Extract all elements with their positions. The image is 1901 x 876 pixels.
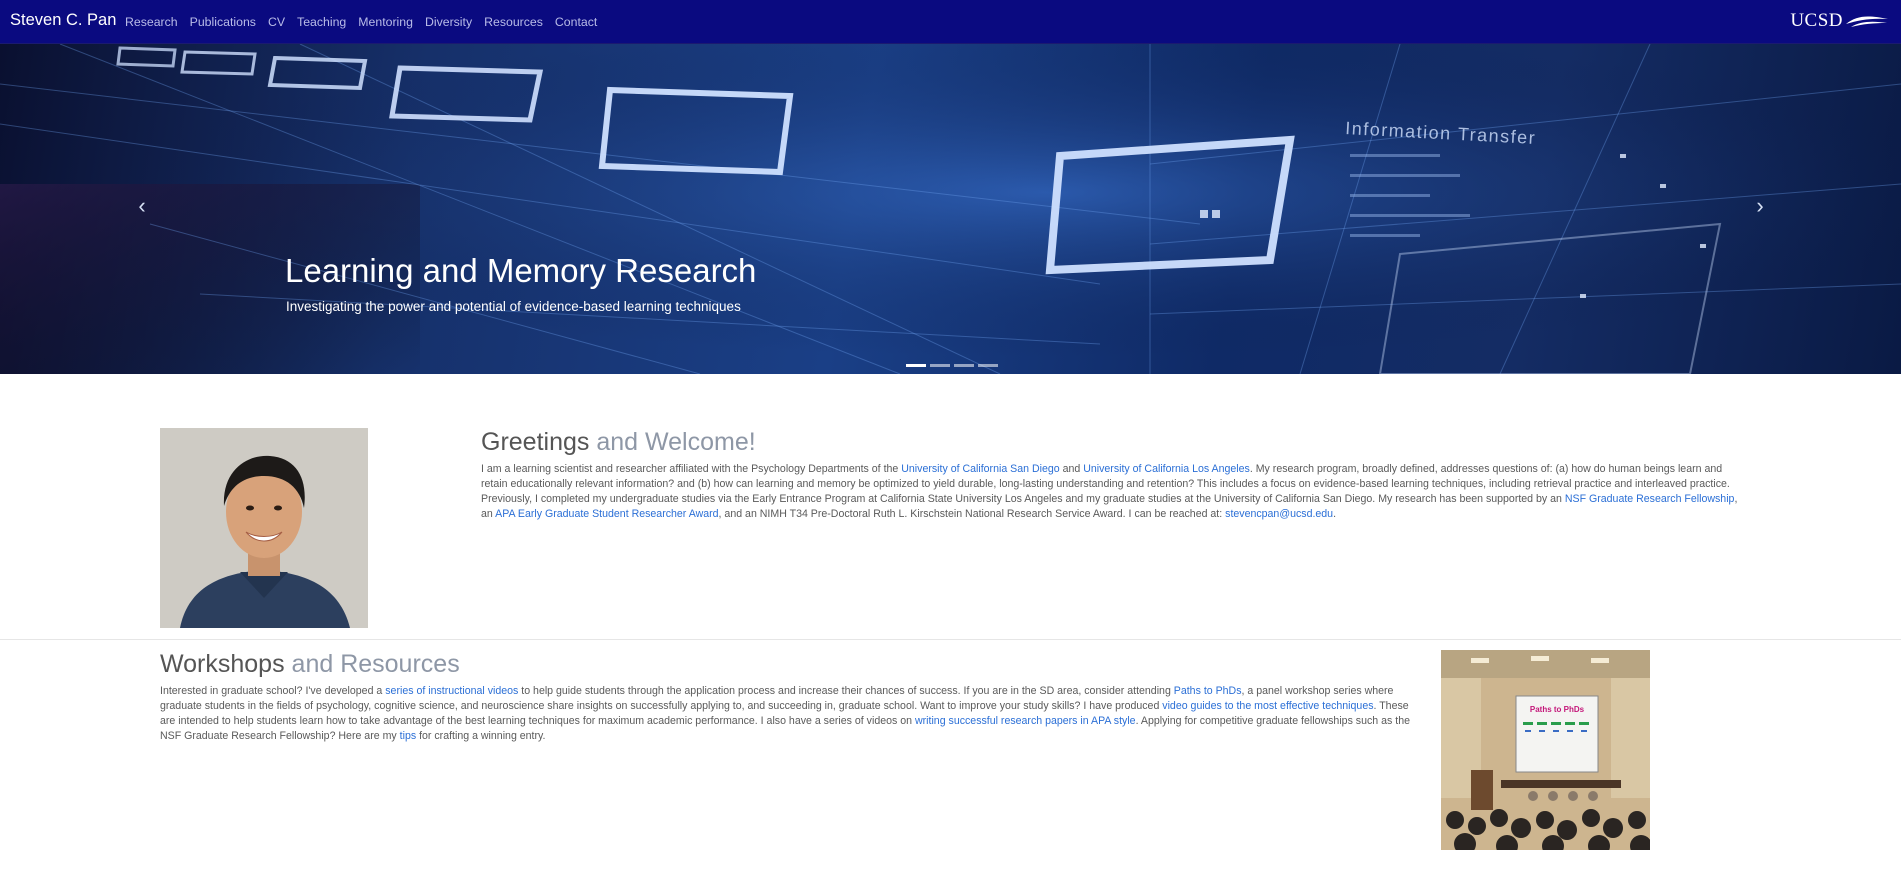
greetings-heading: Greetings and Welcome!: [481, 428, 756, 457]
nav-link-resources[interactable]: Resources: [484, 15, 543, 29]
workshop-illustration: Paths to PhDs: [1441, 650, 1650, 850]
link-video-guides[interactable]: video guides to the most effective techn…: [1162, 700, 1373, 712]
link-ucla[interactable]: University of California Los Angeles: [1083, 463, 1250, 475]
greetings-text-5: , and an NIMH T34 Pre-Doctoral Ruth L. K…: [718, 508, 1226, 520]
workshop-photo: Paths to PhDs: [1441, 650, 1650, 850]
hero-title: Learning and Memory Research: [285, 252, 757, 289]
carousel-indicators: [906, 364, 998, 367]
portrait-illustration: [160, 428, 368, 628]
ucsd-logo[interactable]: UCSD: [1790, 10, 1889, 32]
ucsd-wave-icon: [1846, 16, 1888, 27]
section-divider: [0, 639, 1901, 640]
link-paths-to-phds[interactable]: Paths to PhDs: [1174, 685, 1242, 697]
greetings-text-2: and: [1059, 463, 1084, 475]
nav-link-contact[interactable]: Contact: [555, 15, 597, 29]
carousel-indicator-2[interactable]: [930, 364, 950, 367]
link-email[interactable]: stevencpan@ucsd.edu: [1225, 508, 1333, 520]
workshops-heading: Workshops and Resources: [160, 650, 460, 679]
workshops-text-2: to help guide students through the appli…: [518, 685, 1174, 697]
greetings-heading-strong: Greetings: [481, 428, 590, 456]
nav-link-publications[interactable]: Publications: [190, 15, 256, 29]
link-ucsd[interactable]: University of California San Diego: [901, 463, 1059, 475]
link-tips[interactable]: tips: [400, 730, 417, 742]
workshops-heading-strong: Workshops: [160, 650, 285, 678]
workshops-heading-muted: and Resources: [284, 650, 460, 678]
greetings-paragraph: I am a learning scientist and researcher…: [481, 462, 1746, 522]
hero-subtitle: Investigating the power and potential of…: [286, 299, 741, 314]
portrait-photo: [160, 428, 368, 628]
nav-link-cv[interactable]: CV: [268, 15, 285, 29]
workshops-text-6: for crafting a winning entry.: [416, 730, 546, 742]
carousel-indicator-3[interactable]: [954, 364, 974, 367]
carousel-indicator-4[interactable]: [978, 364, 998, 367]
link-nsf-fellowship[interactable]: NSF Graduate Research Fellowship: [1565, 493, 1735, 505]
nav-links: Research Publications CV Teaching Mentor…: [125, 15, 609, 29]
site-brand-link[interactable]: Steven C. Pan: [10, 11, 116, 30]
workshops-text-1: Interested in graduate school? I've deve…: [160, 685, 386, 697]
nav-link-teaching[interactable]: Teaching: [297, 15, 346, 29]
ucsd-logo-text: UCSD: [1790, 10, 1843, 31]
workshop-slide-title: Paths to PhDs: [1530, 705, 1585, 714]
top-navbar: Steven C. Pan Research Publications CV T…: [0, 0, 1901, 44]
link-apa-style-papers[interactable]: writing successful research papers in AP…: [915, 715, 1136, 727]
chevron-left-icon: ‹: [138, 193, 146, 218]
nav-link-diversity[interactable]: Diversity: [425, 15, 472, 29]
greetings-text-6: .: [1333, 508, 1337, 520]
nav-link-research[interactable]: Research: [125, 15, 178, 29]
workshops-paragraph: Interested in graduate school? I've deve…: [160, 684, 1420, 744]
hero-background-image: Information Transfer: [0, 44, 1901, 374]
carousel-indicator-1[interactable]: [906, 364, 926, 367]
nav-link-mentoring[interactable]: Mentoring: [358, 15, 413, 29]
chevron-right-icon: ›: [1756, 193, 1764, 218]
carousel-next-button[interactable]: ›: [1748, 194, 1772, 218]
link-instructional-videos[interactable]: series of instructional videos: [385, 685, 518, 697]
link-apa-award[interactable]: APA Early Graduate Student Researcher Aw…: [495, 508, 718, 520]
hero-carousel: Information Transfer ‹ › Learning and Me…: [0, 44, 1901, 374]
carousel-prev-button[interactable]: ‹: [130, 194, 154, 218]
greetings-heading-muted: and Welcome!: [589, 428, 756, 456]
greetings-text-1: I am a learning scientist and researcher…: [481, 463, 902, 475]
